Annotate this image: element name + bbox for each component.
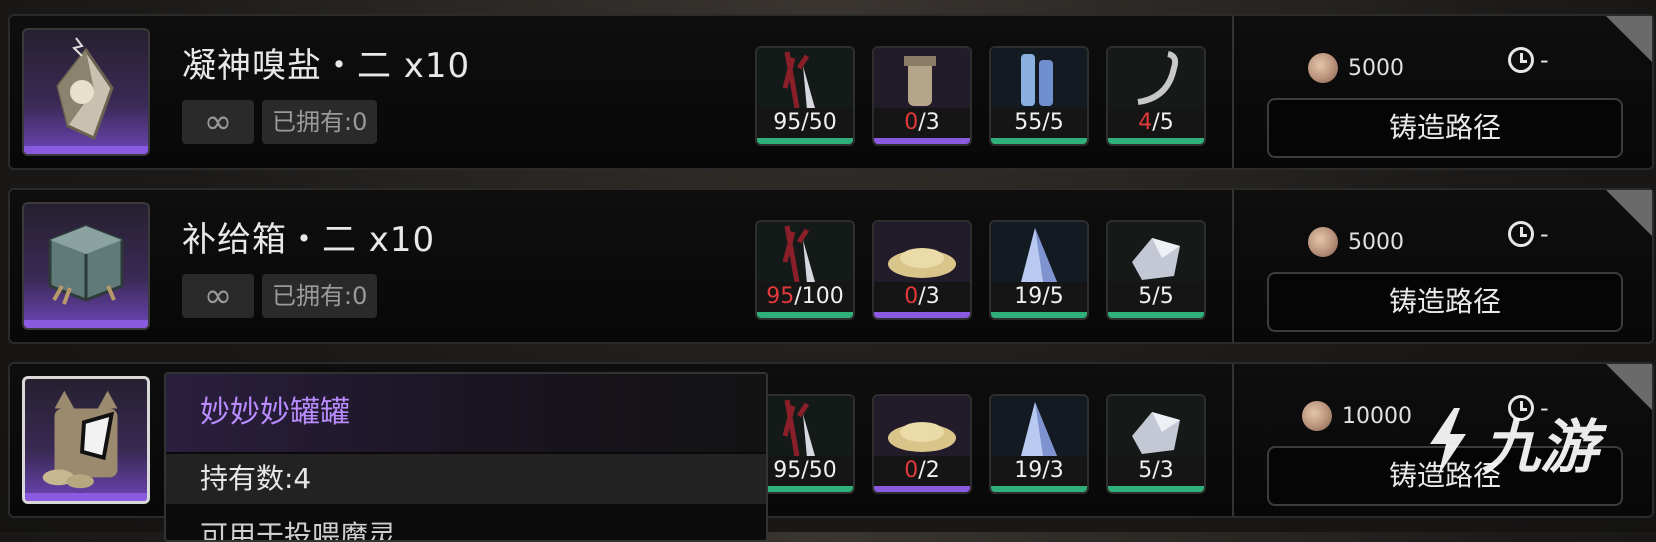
rarity-bar <box>991 138 1087 144</box>
rarity-bar <box>874 138 970 144</box>
bolt-canister-icon <box>874 48 970 112</box>
gold-sand-icon <box>874 396 970 460</box>
material-slot[interactable]: 19/3 <box>989 394 1089 494</box>
rarity-bar <box>991 486 1087 492</box>
material-count: 0/3 <box>874 108 970 138</box>
silver-hook-icon <box>1108 48 1204 112</box>
cat-can-icon <box>42 390 118 489</box>
red-thorn-crystal-icon <box>757 48 853 112</box>
material-slot[interactable]: 4/5 <box>1106 46 1206 146</box>
cost: 5000 <box>1308 220 1404 264</box>
silver-ore-icon <box>1108 222 1204 286</box>
red-thorn-crystal-icon <box>757 396 853 460</box>
material-count: 0/3 <box>874 282 970 312</box>
owned-count: 已拥有:0 <box>262 100 378 144</box>
material-slot[interactable]: 19/5 <box>989 220 1089 320</box>
material-slot[interactable]: 95/50 <box>755 394 855 494</box>
material-count: 4/5 <box>1108 108 1204 138</box>
rarity-bar <box>991 312 1087 318</box>
craft-time: - <box>1508 220 1549 248</box>
cost: 10000 <box>1302 394 1412 438</box>
material-slot[interactable]: 0/3 <box>872 46 972 146</box>
rarity-bar <box>757 138 853 144</box>
glass-vials-icon <box>991 48 1087 112</box>
rarity-bar <box>1108 312 1204 318</box>
material-count: 95/50 <box>757 456 853 486</box>
silver-ore-icon <box>1108 396 1204 460</box>
material-count: 19/5 <box>991 282 1087 312</box>
material-slot[interactable]: 5/5 <box>1106 220 1206 320</box>
cost-value: 5000 <box>1348 229 1404 255</box>
item-icon-cat-can[interactable] <box>22 376 150 504</box>
forge-path-button[interactable]: 铸造路径 <box>1267 272 1623 332</box>
material-slot[interactable]: 95/100 <box>755 220 855 320</box>
pin-icon[interactable] <box>1606 364 1652 410</box>
pin-icon[interactable] <box>1606 16 1652 62</box>
red-thorn-crystal-icon <box>757 222 853 286</box>
tooltip-title: 妙妙妙罐罐 <box>166 374 766 452</box>
material-slot[interactable]: 95/50 <box>755 46 855 146</box>
cost: 5000 <box>1308 46 1404 90</box>
infinity-icon: ∞ <box>182 100 254 144</box>
jiuyou-logo-icon <box>1430 408 1466 476</box>
material-slot[interactable]: 0/2 <box>872 394 972 494</box>
item-name: 补给箱・二 x10 <box>182 220 436 260</box>
material-count: 5/5 <box>1108 282 1204 312</box>
time-value: - <box>1540 46 1549 74</box>
rarity-bar <box>874 312 970 318</box>
material-count: 5/3 <box>1108 456 1204 486</box>
item-name: 凝神嗅盐・二 x10 <box>182 46 471 86</box>
coin-icon <box>1302 401 1332 431</box>
divider <box>1232 16 1234 168</box>
craft-row-1[interactable]: 凝神嗅盐・二 x10 ∞ 已拥有:0 95/50 0/3 55/5 4/5 50… <box>8 14 1654 170</box>
watermark-text: 九游 <box>1482 413 1599 481</box>
forge-path-button[interactable]: 铸造路径 <box>1267 98 1623 158</box>
rarity-bar <box>1108 486 1204 492</box>
tooltip-quantity: 持有数:4 <box>166 454 766 504</box>
infinity-icon: ∞ <box>182 274 254 318</box>
time-value: - <box>1540 220 1549 248</box>
divider <box>1232 190 1234 342</box>
material-slot[interactable]: 0/3 <box>872 220 972 320</box>
material-count: 55/5 <box>991 108 1087 138</box>
clock-icon <box>1508 221 1534 247</box>
coin-icon <box>1308 227 1338 257</box>
blue-crystal-icon <box>991 396 1087 460</box>
clock-icon <box>1508 47 1534 73</box>
watermark: 九游 <box>1420 400 1598 484</box>
cost-value: 10000 <box>1342 403 1412 429</box>
rarity-bar <box>874 486 970 492</box>
gold-sand-icon <box>874 222 970 286</box>
item-icon-smelling-salt[interactable] <box>22 28 150 156</box>
rarity-bar <box>1108 138 1204 144</box>
item-icon-supply-box[interactable] <box>22 202 150 330</box>
craft-row-2[interactable]: 补给箱・二 x10 ∞ 已拥有:0 95/100 0/3 19/5 5/5 50… <box>8 188 1654 344</box>
rarity-bar <box>757 312 853 318</box>
blue-crystal-icon <box>991 222 1087 286</box>
rarity-bar <box>757 486 853 492</box>
material-count: 95/50 <box>757 108 853 138</box>
cost-value: 5000 <box>1348 55 1404 81</box>
item-tooltip: 妙妙妙罐罐 持有数:4 可用于投喂魔灵 <box>164 372 768 542</box>
smelling-salt-icon <box>56 37 114 141</box>
material-slot[interactable]: 5/3 <box>1106 394 1206 494</box>
material-slot[interactable]: 55/5 <box>989 46 1089 146</box>
material-count: 0/2 <box>874 456 970 486</box>
material-count: 95/100 <box>757 282 853 312</box>
divider <box>1232 364 1234 516</box>
supply-box-icon <box>48 224 124 305</box>
tooltip-description: 可用于投喂魔灵 <box>200 519 397 542</box>
material-count: 19/3 <box>991 456 1087 486</box>
owned-count: 已拥有:0 <box>262 274 378 318</box>
pin-icon[interactable] <box>1606 190 1652 236</box>
craft-time: - <box>1508 46 1549 74</box>
coin-icon <box>1308 53 1338 83</box>
